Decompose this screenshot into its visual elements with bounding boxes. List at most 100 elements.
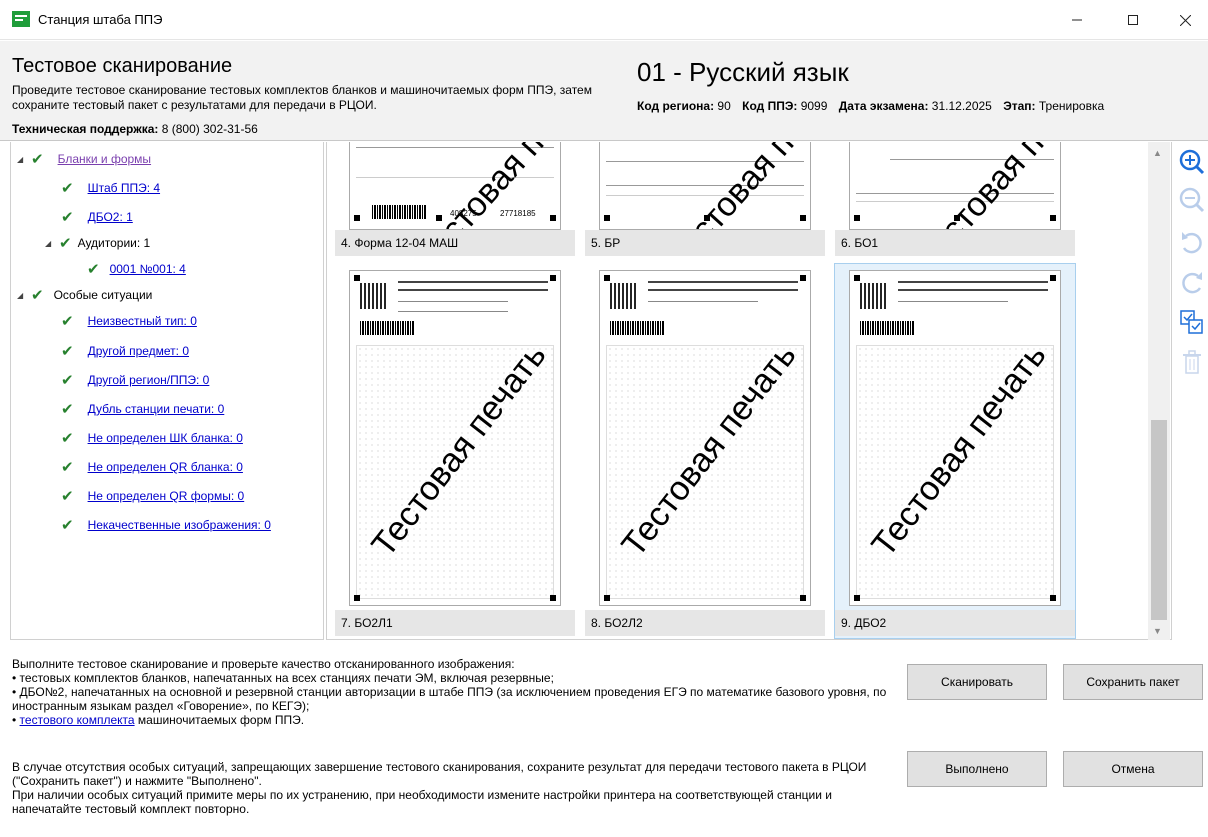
done-button[interactable]: Выполнено <box>907 751 1047 787</box>
support-line: Техническая поддержка: 8 (800) 302-31-56 <box>12 122 258 136</box>
instructions-block: Выполните тестовое сканирование и провер… <box>12 657 892 727</box>
check-icon: ✔ <box>61 343 74 360</box>
barcode <box>372 205 426 219</box>
ppe-value: 9099 <box>800 99 828 113</box>
corner-marker <box>800 275 806 281</box>
corner-marker <box>800 595 806 601</box>
scroll-down-icon[interactable]: ▼ <box>1153 626 1162 636</box>
corner-marker <box>604 215 610 221</box>
check-icon: ✔ <box>61 372 74 389</box>
select-all-button[interactable] <box>1176 306 1208 338</box>
qr-code <box>610 283 636 309</box>
check-icon: ✔ <box>61 488 74 505</box>
gallery-scrollbar[interactable]: ▲ ▼ <box>1148 142 1170 640</box>
page-title: Тестовое сканирование <box>12 55 233 77</box>
minimize-button[interactable] <box>1054 0 1100 40</box>
rotate-right-icon <box>1182 272 1202 294</box>
save-package-button[interactable]: Сохранить пакет <box>1063 664 1203 700</box>
watermark: Тестовая печать <box>408 142 560 229</box>
maximize-icon <box>1128 15 1138 25</box>
tree-link-other-subject[interactable]: Другой предмет: 0 <box>88 344 189 358</box>
tree-link-qr-blank-undefined[interactable]: Не определен QR бланка: 0 <box>88 460 243 474</box>
thumbnail-8[interactable]: Тестовая печать 8. БО2Л2 <box>585 264 825 638</box>
tree-item-other-subject[interactable]: ✔ Другой предмет: 0 <box>61 342 189 360</box>
close-button[interactable] <box>1162 0 1208 40</box>
corner-marker <box>354 275 360 281</box>
thumbnail-caption: 4. Форма 12-04 МАШ <box>335 230 575 256</box>
tree-label-auditoriums: Аудитории: 1 <box>77 236 151 250</box>
expand-icon[interactable]: ◢ <box>17 291 27 300</box>
rotate-left-icon <box>1182 232 1202 254</box>
tree-item-special[interactable]: ◢ ✔ Особые ситуации <box>17 286 152 304</box>
rotate-left-button[interactable] <box>1176 226 1208 258</box>
delete-button[interactable] <box>1176 346 1208 378</box>
maximize-button[interactable] <box>1110 0 1156 40</box>
tree-link-aud-0001[interactable]: 0001 №001: 4 <box>110 262 186 276</box>
tree-link-bad-images[interactable]: Некачественные изображения: 0 <box>88 518 271 532</box>
instructions-bullet-1: • тестовых комплектов бланков, напечатан… <box>12 671 554 685</box>
tree-link-other-region[interactable]: Другой регион/ППЭ: 0 <box>88 373 210 387</box>
zoom-out-button[interactable] <box>1176 184 1208 216</box>
select-all-icon <box>1180 310 1203 334</box>
corner-marker <box>354 215 360 221</box>
tree-item-barcode-undefined[interactable]: ✔ Не определен ШК бланка: 0 <box>61 429 243 447</box>
rotate-right-button[interactable] <box>1176 266 1208 298</box>
corner-marker <box>1050 275 1056 281</box>
instructions-bullet-2: • ДБО№2, напечатанных на основной и резе… <box>12 685 887 713</box>
tree-item-staff[interactable]: ✔ Штаб ППЭ: 4 <box>61 179 160 197</box>
tree-link-unknown-type[interactable]: Неизвестный тип: 0 <box>88 314 197 328</box>
check-icon: ✔ <box>31 151 44 168</box>
scan-page: Тестовая печать <box>849 142 1061 230</box>
tree-item-qr-blank-undefined[interactable]: ✔ Не определен QR бланка: 0 <box>61 458 243 476</box>
thumbnail-4[interactable]: 408275 27718185 Тестовая печать 4. Форма… <box>335 142 575 256</box>
expand-icon[interactable]: ◢ <box>17 155 27 164</box>
tree-item-unknown-type[interactable]: ✔ Неизвестный тип: 0 <box>61 312 197 330</box>
thumbnail-caption: 9. ДБО2 <box>835 610 1075 636</box>
page-description: Проведите тестовое сканирование тестовых… <box>12 83 592 112</box>
check-icon: ✔ <box>61 180 74 197</box>
tree-link-forms[interactable]: Бланки и формы <box>58 152 151 166</box>
tree-link-qr-form-undefined[interactable]: Не определен QR формы: 0 <box>88 489 245 503</box>
thumbnail-caption: 6. БО1 <box>835 230 1075 256</box>
watermark: Тестовая печать <box>908 142 1060 229</box>
tree-item-forms[interactable]: ◢ ✔ Бланки и формы <box>17 150 151 168</box>
thumbnail-9[interactable]: Тестовая печать 9. ДБО2 <box>834 263 1076 639</box>
test-kit-link[interactable]: тестового комплекта <box>20 713 135 727</box>
tree-link-dbo2[interactable]: ДБО2: 1 <box>88 210 133 224</box>
tree-item-duplicate-station[interactable]: ✔ Дубль станции печати: 0 <box>61 400 224 418</box>
corner-marker <box>550 275 556 281</box>
title-bar: Станция штаба ППЭ <box>0 0 1208 40</box>
cancel-button[interactable]: Отмена <box>1063 751 1203 787</box>
tree-label-special: Особые ситуации <box>53 288 153 302</box>
tree-item-dbo2[interactable]: ✔ ДБО2: 1 <box>61 208 133 226</box>
tree-item-bad-images[interactable]: ✔ Некачественные изображения: 0 <box>61 516 271 534</box>
delete-icon <box>1183 350 1201 374</box>
tree-link-duplicate-station[interactable]: Дубль станции печати: 0 <box>88 402 225 416</box>
check-icon: ✔ <box>61 517 74 534</box>
corner-marker <box>854 275 860 281</box>
thumbnail-5[interactable]: Тестовая печать 5. БР <box>585 142 825 256</box>
zoom-in-button[interactable] <box>1176 146 1208 178</box>
barcode <box>860 321 914 335</box>
tree-link-staff[interactable]: Штаб ППЭ: 4 <box>88 181 160 195</box>
tree-item-auditoriums[interactable]: ◢ ✔ Аудитории: 1 <box>45 234 150 252</box>
thumbnail-7[interactable]: Тестовая печать 7. БО2Л1 <box>335 264 575 638</box>
tree-item-qr-form-undefined[interactable]: ✔ Не определен QR формы: 0 <box>61 487 244 505</box>
corner-marker <box>604 595 610 601</box>
tree-item-other-region[interactable]: ✔ Другой регион/ППЭ: 0 <box>61 371 209 389</box>
thumbnail-caption: 8. БО2Л2 <box>585 610 825 636</box>
scan-page: 408275 27718185 Тестовая печать <box>349 142 561 230</box>
scroll-up-icon[interactable]: ▲ <box>1153 148 1162 158</box>
instructions-block-2: В случае отсутствия особых ситуаций, зап… <box>12 760 892 816</box>
scan-button[interactable]: Сканировать <box>907 664 1047 700</box>
tree-item-aud-0001[interactable]: ✔ 0001 №001: 4 <box>87 260 186 278</box>
qr-code <box>860 283 886 309</box>
tree-link-barcode-undefined[interactable]: Не определен ШК бланка: 0 <box>88 431 243 445</box>
scrollbar-thumb[interactable] <box>1151 420 1167 620</box>
thumbnail-caption: 7. БО2Л1 <box>335 610 575 636</box>
corner-marker <box>1050 595 1056 601</box>
thumbnail-6[interactable]: Тестовая печать 6. БО1 <box>835 142 1075 256</box>
ppe-label: Код ППЭ: <box>742 99 798 113</box>
expand-icon[interactable]: ◢ <box>45 239 55 248</box>
instructions-bullet-3: • тестового комплекта машиночитаемых фор… <box>12 713 892 727</box>
